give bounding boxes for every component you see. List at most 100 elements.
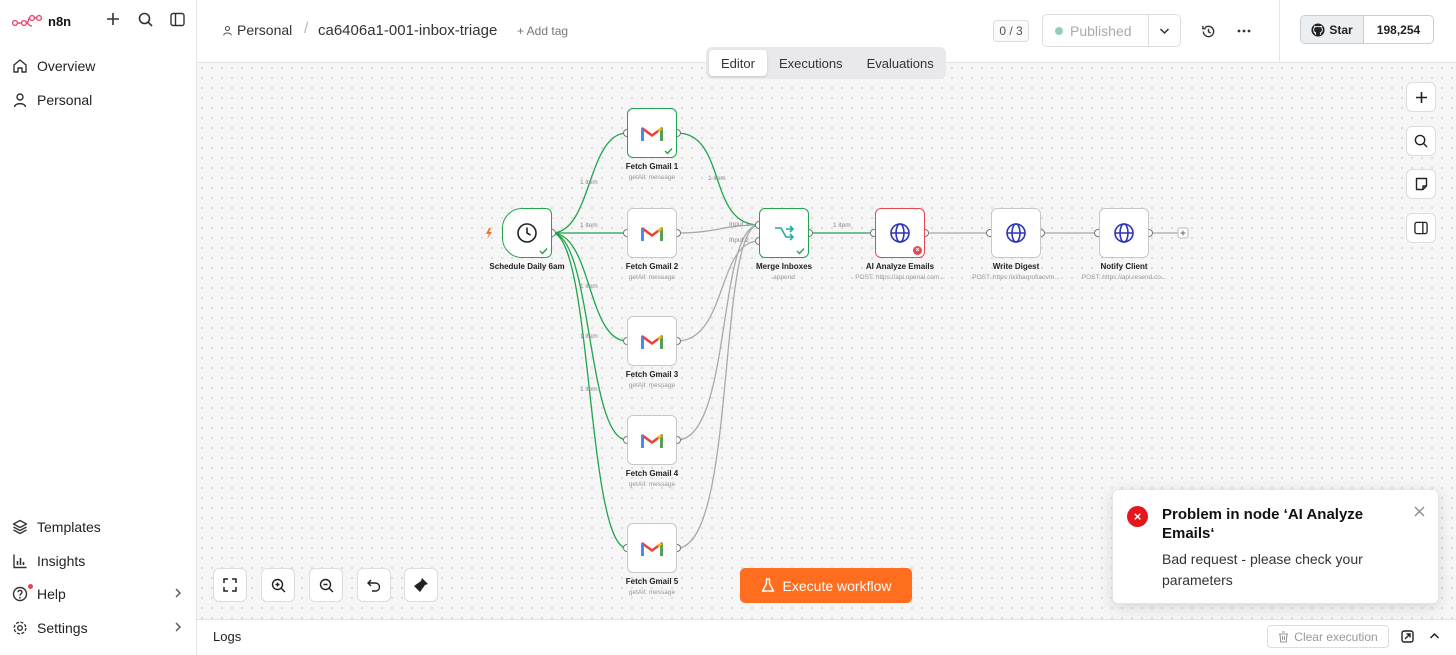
node-label: Fetch Gmail 1: [625, 162, 679, 171]
trash-icon: [1279, 630, 1289, 643]
home-icon: [12, 58, 28, 74]
connection-gmail4-merge: [676, 224, 760, 441]
sidebar-item-label: Help: [37, 586, 66, 602]
execute-workflow-button[interactable]: Execute workflow: [740, 568, 912, 603]
merge-icon: [775, 225, 795, 241]
node-subtitle: getAll: message: [628, 589, 676, 596]
step-counter: 0 / 3: [993, 20, 1029, 42]
toast-message: Bad request - please check your paramete…: [1162, 551, 1363, 588]
zoom-in-button[interactable]: [261, 568, 295, 602]
node-fetch-gmail-1[interactable]: [627, 108, 677, 158]
insights-icon: [12, 553, 28, 569]
node-label: Fetch Gmail 3: [625, 370, 679, 379]
sidebar-item-label: Overview: [37, 58, 96, 74]
wire-label: 1 item: [580, 222, 598, 229]
zoom-out-button[interactable]: [309, 568, 343, 602]
user-icon: [12, 92, 28, 108]
logs-title[interactable]: Logs: [213, 629, 241, 644]
zoom-out-icon: [319, 578, 333, 592]
sticky-note-button[interactable]: [1406, 169, 1436, 199]
search-icon[interactable]: [136, 10, 154, 28]
templates-icon: [12, 519, 28, 535]
success-check-icon: [664, 148, 673, 155]
node-subtitle: getAll: message: [628, 274, 676, 281]
node-fetch-gmail-4[interactable]: [627, 415, 677, 465]
github-star-button[interactable]: Star 198,254: [1300, 15, 1434, 44]
error-icon: ×: [1127, 506, 1148, 527]
clock-icon: [517, 223, 537, 243]
sidebar-toggle-icon[interactable]: [168, 10, 186, 28]
undo-button[interactable]: [357, 568, 391, 602]
notification-dot: [28, 584, 33, 589]
node-label: Fetch Gmail 5: [625, 577, 679, 586]
breadcrumb-project[interactable]: Personal: [222, 22, 292, 38]
node-label: Notify Client: [1100, 262, 1148, 271]
tab-editor[interactable]: Editor: [709, 50, 767, 76]
history-icon[interactable]: [1199, 22, 1217, 40]
broom-icon: [414, 578, 428, 592]
sidebar-item-overview[interactable]: Overview: [12, 53, 187, 79]
sidebar-item-insights[interactable]: Insights: [12, 548, 187, 574]
globe-icon: [1114, 223, 1134, 243]
chevron-right-icon: [173, 620, 183, 636]
close-icon[interactable]: [1412, 504, 1426, 518]
clear-execution-button[interactable]: Clear execution: [1267, 625, 1389, 648]
github-icon: [1311, 22, 1325, 37]
sidebar-item-help[interactable]: Help: [12, 581, 187, 607]
sidebar-item-label: Settings: [37, 620, 88, 636]
breadcrumb-separator: /: [304, 20, 309, 37]
view-tabs: Editor Executions Evaluations: [706, 47, 946, 79]
sidebar-item-templates[interactable]: Templates: [12, 514, 187, 540]
sticky-note-icon: [1415, 177, 1427, 191]
add-tag-button[interactable]: + Add tag: [517, 24, 568, 38]
node-subtitle: getAll: message: [628, 481, 676, 488]
n8n-logo-icon: [12, 14, 42, 27]
node-merge-inboxes[interactable]: [759, 208, 809, 258]
execute-workflow-label: Execute workflow: [782, 577, 892, 594]
header-divider: [1279, 0, 1280, 63]
gmail-icon: [641, 433, 663, 448]
workflow-name[interactable]: ca6406a1-001-inbox-triage: [318, 22, 497, 39]
fit-view-button[interactable]: [213, 568, 247, 602]
node-write-digest[interactable]: [991, 208, 1041, 258]
node-fetch-gmail-2[interactable]: [627, 208, 677, 258]
zoom-in-icon: [271, 578, 285, 592]
add-node-button[interactable]: [1406, 82, 1436, 112]
node-subtitle: POST: https://api.resend.co...: [1081, 274, 1167, 281]
node-fetch-gmail-5[interactable]: [627, 523, 677, 573]
sidebar-item-label: Insights: [37, 553, 86, 569]
status-dot: [1055, 26, 1063, 35]
publish-button[interactable]: Published: [1042, 14, 1181, 47]
flask-icon: [761, 578, 774, 592]
chevron-right-icon: [173, 586, 183, 602]
chevron-down-icon[interactable]: [1149, 15, 1180, 46]
error-badge-icon: ×: [913, 246, 922, 255]
pop-out-icon[interactable]: [1400, 629, 1414, 643]
github-star-label: Star: [1329, 22, 1353, 37]
error-toast: × Problem in node ‘AI Analyze Emails‘ Ba…: [1112, 489, 1439, 604]
plus-icon[interactable]: [104, 10, 122, 28]
node-ai-analyze-emails[interactable]: ×: [875, 208, 925, 258]
toggle-panel-button[interactable]: [1406, 213, 1436, 243]
node-schedule-trigger[interactable]: [502, 208, 552, 258]
sidebar-item-settings[interactable]: Settings: [12, 615, 187, 641]
help-icon: [12, 584, 33, 602]
globe-icon: [890, 223, 910, 243]
chevron-up-icon[interactable]: [1427, 629, 1441, 643]
tidy-up-button[interactable]: [404, 568, 438, 602]
sidebar-item-personal[interactable]: Personal: [12, 87, 187, 113]
wire-label: 1 item: [833, 222, 851, 229]
plus-icon: [1415, 91, 1427, 103]
node-label: Fetch Gmail 4: [625, 469, 679, 478]
github-star-count: 198,254: [1376, 22, 1421, 37]
node-notify-client[interactable]: [1099, 208, 1149, 258]
workflow-canvas[interactable]: 1 item 1 item 1 item 1 item 1 item 1 ite…: [197, 63, 1456, 619]
more-options-icon[interactable]: [1235, 22, 1253, 40]
tab-evaluations[interactable]: Evaluations: [855, 50, 946, 76]
gmail-icon: [641, 541, 663, 556]
search-nodes-button[interactable]: [1406, 126, 1436, 156]
wire-label: 1 item: [580, 333, 598, 340]
tab-executions[interactable]: Executions: [767, 50, 855, 76]
node-fetch-gmail-3[interactable]: [627, 316, 677, 366]
gmail-icon: [641, 226, 663, 241]
